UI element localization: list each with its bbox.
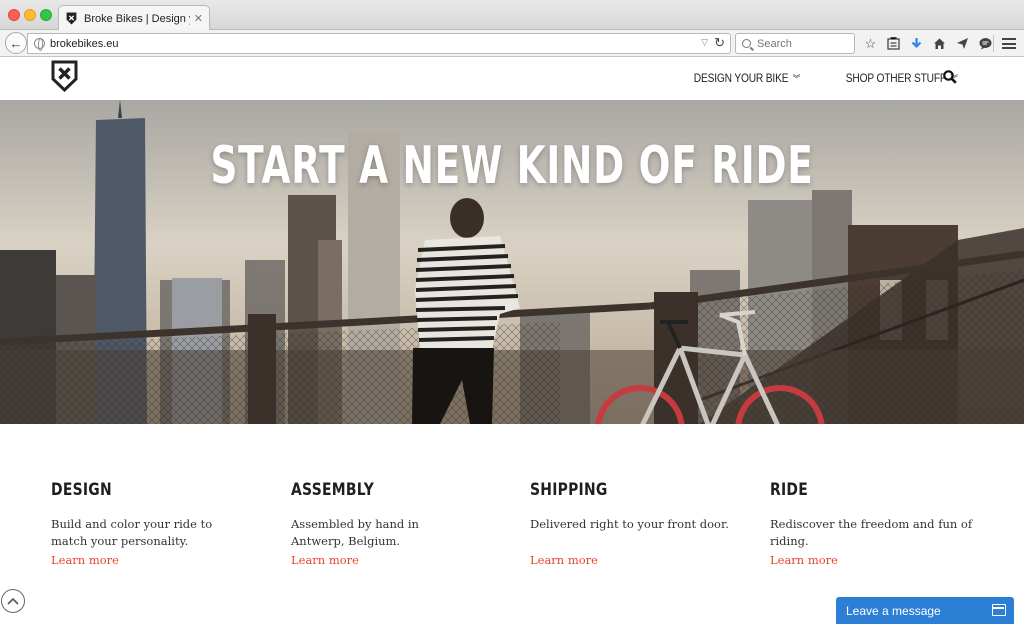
- main-nav: DESIGN YOUR BIKE ︾ SHOP OTHER STUFF ︾: [675, 71, 958, 85]
- hero-banner: START A NEW KIND OF RIDE: [0, 100, 1024, 424]
- browser-tab[interactable]: Broke Bikes | Design your o... ✕: [58, 5, 210, 31]
- toolbar-icons: ☆: [862, 35, 994, 52]
- search-icon: [742, 39, 751, 48]
- feature-title: DESIGN: [51, 480, 112, 500]
- scroll-to-top-button[interactable]: [1, 589, 25, 613]
- close-window-button[interactable]: [8, 9, 20, 21]
- reading-list-icon[interactable]: [885, 35, 902, 52]
- reload-icon[interactable]: ↻: [714, 35, 725, 51]
- hamburger-menu-icon[interactable]: [1002, 38, 1016, 49]
- feature-text: Delivered right to your front door.: [530, 517, 729, 531]
- learn-more-link-design[interactable]: Learn more: [51, 553, 119, 567]
- feature-title: ASSEMBLY: [291, 480, 375, 500]
- nav-label: SHOP OTHER STUFF: [846, 71, 947, 85]
- nav-shop-other-stuff[interactable]: SHOP OTHER STUFF ︾: [846, 71, 958, 85]
- leave-a-message-button[interactable]: Leave a message: [836, 597, 1014, 624]
- feature-title: SHIPPING: [530, 480, 608, 500]
- feature-ride: RIDE Rediscover the freedom and fun of r…: [770, 480, 975, 550]
- feature-shipping: SHIPPING Delivered right to your front d…: [530, 480, 740, 533]
- chat-window-icon: [992, 604, 1006, 616]
- tab-close-icon[interactable]: ✕: [194, 12, 203, 25]
- chat-bubble-icon[interactable]: [977, 35, 994, 52]
- tab-title: Broke Bikes | Design your o...: [84, 12, 190, 25]
- browser-titlebar: Broke Bikes | Design your o... ✕: [0, 0, 1024, 31]
- site-search-icon[interactable]: [943, 70, 957, 84]
- feature-text: Build and color your ride to match your …: [51, 517, 213, 548]
- site-header: DESIGN YOUR BIKE ︾ SHOP OTHER STUFF ︾: [0, 57, 1024, 100]
- browser-toolbar: ← brokebikes.eu ▽ ↻ Search ☆: [0, 30, 1024, 57]
- learn-more-link-shipping[interactable]: Learn more: [530, 553, 598, 567]
- url-dropdown-icon[interactable]: ▽: [701, 37, 708, 48]
- globe-icon: [34, 38, 45, 51]
- minimize-window-button[interactable]: [24, 9, 36, 21]
- chevron-down-icon: ︾: [792, 73, 801, 84]
- chat-label: Leave a message: [846, 603, 941, 618]
- feature-design: DESIGN Build and color your ride to matc…: [51, 480, 251, 550]
- broke-bikes-logo-icon[interactable]: [51, 60, 78, 92]
- search-placeholder: Search: [757, 37, 792, 50]
- nav-label: DESIGN YOUR BIKE: [693, 71, 789, 85]
- broke-bikes-favicon-icon: [66, 12, 77, 25]
- address-bar[interactable]: brokebikes.eu ▽ ↻: [27, 33, 731, 54]
- chevron-up-icon: [7, 597, 19, 605]
- toolbar-separator: [993, 35, 994, 52]
- feature-text: Rediscover the freedom and fun of riding…: [770, 517, 973, 548]
- feature-title: RIDE: [770, 480, 809, 500]
- nav-design-your-bike[interactable]: DESIGN YOUR BIKE ︾: [694, 71, 800, 85]
- hero-title: START A NEW KIND OF RIDE: [210, 136, 814, 196]
- features-section: DESIGN Build and color your ride to matc…: [0, 424, 1024, 624]
- learn-more-link-ride[interactable]: Learn more: [770, 553, 838, 567]
- url-text: brokebikes.eu: [50, 37, 119, 50]
- back-button[interactable]: ←: [5, 32, 27, 54]
- send-icon[interactable]: [954, 35, 971, 52]
- back-arrow-icon: ←: [9, 35, 23, 51]
- browser-search-input[interactable]: Search: [735, 33, 855, 54]
- bookmark-star-icon[interactable]: ☆: [862, 35, 879, 52]
- home-icon[interactable]: [931, 35, 948, 52]
- zoom-window-button[interactable]: [40, 9, 52, 21]
- feature-assembly: ASSEMBLY Assembled by hand in Antwerp, B…: [291, 480, 476, 550]
- feature-text: Assembled by hand in Antwerp, Belgium.: [291, 517, 419, 548]
- download-icon[interactable]: [908, 35, 925, 52]
- learn-more-link-assembly[interactable]: Learn more: [291, 553, 359, 567]
